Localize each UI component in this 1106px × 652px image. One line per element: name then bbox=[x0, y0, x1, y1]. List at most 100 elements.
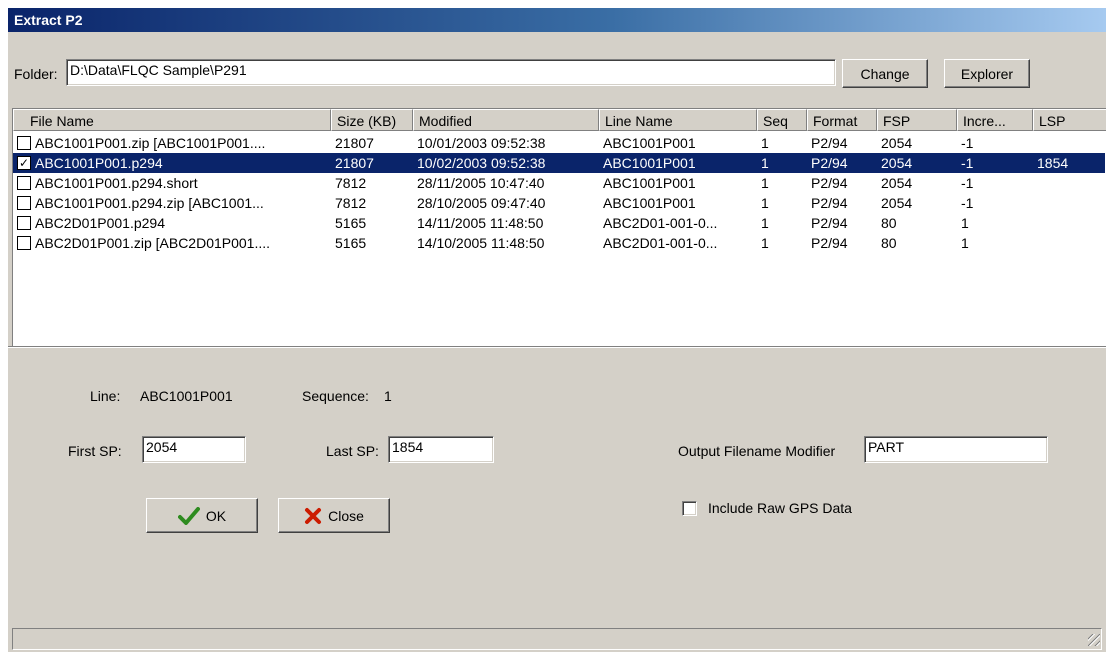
last-sp-input[interactable]: 1854 bbox=[388, 436, 494, 463]
column-header-fsp[interactable]: FSP bbox=[877, 109, 957, 131]
change-button[interactable]: Change bbox=[842, 59, 928, 88]
table-row[interactable]: ABC1001P001.p294.zip [ABC1001... 7812 28/1… bbox=[13, 193, 1105, 213]
row-checkbox[interactable] bbox=[17, 216, 31, 230]
close-button-label: Close bbox=[328, 507, 364, 524]
cell-seq: 1 bbox=[761, 155, 769, 171]
cell-fsp: 80 bbox=[881, 235, 897, 251]
include-gps-label: Include Raw GPS Data bbox=[708, 500, 852, 516]
line-label: Line: bbox=[90, 388, 121, 404]
column-header-file-name[interactable]: File Name bbox=[13, 109, 331, 131]
cell-size: 7812 bbox=[335, 195, 367, 211]
output-filename-modifier-label: Output Filename Modifier bbox=[678, 443, 836, 459]
folder-label: Folder: bbox=[14, 66, 58, 82]
output-filename-modifier-input[interactable]: PART bbox=[864, 436, 1048, 463]
cell-increment: -1 bbox=[961, 195, 974, 211]
sequence-label: Sequence: bbox=[302, 388, 369, 404]
column-header-line-name[interactable]: Line Name bbox=[599, 109, 757, 131]
cell-file-name: ABC1001P001.p294.zip [ABC1001... bbox=[35, 195, 264, 211]
cell-fsp: 2054 bbox=[881, 135, 913, 151]
cell-seq: 1 bbox=[761, 135, 769, 151]
column-header-format[interactable]: Format bbox=[807, 109, 877, 131]
cell-modified: 28/10/2005 09:47:40 bbox=[417, 195, 546, 211]
table-row[interactable]: ABC2D01P001.p294 5165 14/11/2005 11:48:50 A… bbox=[13, 213, 1105, 233]
cell-line-name: ABC2D01-001-0... bbox=[603, 215, 718, 231]
cell-modified: 10/01/2003 09:52:38 bbox=[417, 135, 546, 151]
row-checkbox[interactable] bbox=[17, 196, 31, 210]
row-checkbox[interactable] bbox=[17, 176, 31, 190]
cell-line-name: ABC2D01-001-0... bbox=[603, 235, 718, 251]
cell-file-name: ABC2D01P001.p294 bbox=[35, 215, 165, 231]
cell-seq: 1 bbox=[761, 215, 769, 231]
cell-increment: -1 bbox=[961, 175, 974, 191]
column-header-size[interactable]: Size (KB) bbox=[331, 109, 413, 131]
cell-size: 5165 bbox=[335, 235, 367, 251]
folder-input[interactable]: D:\Data\FLQC Sample\P291 bbox=[66, 59, 836, 86]
cell-file-name: ABC1001P001.p294 bbox=[35, 155, 163, 171]
divider bbox=[8, 346, 1106, 348]
cell-file-name: ABC1001P001.p294.short bbox=[35, 175, 198, 191]
cell-increment: -1 bbox=[961, 155, 974, 171]
cell-file-name: ABC2D01P001.zip [ABC2D01P001.... bbox=[35, 235, 271, 251]
cell-line-name: ABC1001P001 bbox=[603, 195, 696, 211]
cell-seq: 1 bbox=[761, 235, 769, 251]
cell-format: P2/94 bbox=[811, 175, 848, 191]
file-list[interactable]: File Name Size (KB) Modified Line Name Seq Fo… bbox=[12, 108, 1106, 346]
cell-format: P2/94 bbox=[811, 135, 848, 151]
resize-grip[interactable] bbox=[1088, 634, 1100, 646]
change-button-label: Change bbox=[860, 65, 910, 82]
cell-modified: 14/10/2005 11:48:50 bbox=[417, 235, 545, 251]
first-sp-input[interactable]: 2054 bbox=[142, 436, 246, 463]
close-button[interactable]: Close bbox=[278, 498, 390, 533]
cell-fsp: 80 bbox=[881, 215, 897, 231]
cell-line-name: ABC1001P001 bbox=[603, 175, 696, 191]
cell-fsp: 2054 bbox=[881, 175, 913, 191]
cell-fsp: 2054 bbox=[881, 195, 913, 211]
cell-file-name: ABC1001P001.zip [ABC1001P001.... bbox=[35, 135, 266, 151]
row-checkbox[interactable] bbox=[17, 236, 31, 250]
cell-line-name: ABC1001P001 bbox=[603, 155, 696, 171]
table-row[interactable]: ✓ ABC1001P001.p294 21807 10/02/2003 09:52:3… bbox=[13, 153, 1105, 173]
cell-format: P2/94 bbox=[811, 235, 848, 251]
cell-format: P2/94 bbox=[811, 195, 848, 211]
row-checkbox[interactable]: ✓ bbox=[17, 156, 31, 170]
table-row[interactable]: ABC1001P001.p294.short 7812 28/11/2005 10:… bbox=[13, 173, 1105, 193]
cell-modified: 28/11/2005 10:47:40 bbox=[417, 175, 545, 191]
window-title: Extract P2 bbox=[14, 12, 83, 28]
cell-modified: 10/02/2003 09:52:38 bbox=[417, 155, 546, 171]
explorer-button[interactable]: Explorer bbox=[944, 59, 1030, 88]
cell-increment: -1 bbox=[961, 135, 974, 151]
explorer-button-label: Explorer bbox=[960, 65, 1014, 82]
cell-size: 7812 bbox=[335, 175, 367, 191]
cell-increment: 1 bbox=[961, 215, 969, 231]
sequence-value: 1 bbox=[384, 388, 392, 404]
extract-p2-dialog: Extract P2 Folder: D:\Data\FLQC Sample\P… bbox=[8, 8, 1106, 652]
column-header-increment[interactable]: Incre... bbox=[957, 109, 1033, 131]
x-icon bbox=[305, 507, 322, 524]
title-bar[interactable]: Extract P2 bbox=[8, 8, 1106, 32]
include-gps-checkbox[interactable] bbox=[682, 501, 697, 516]
cell-fsp: 2054 bbox=[881, 155, 913, 171]
ok-button-label: OK bbox=[205, 507, 227, 524]
cell-line-name: ABC1001P001 bbox=[603, 135, 696, 151]
ok-button[interactable]: OK bbox=[146, 498, 258, 533]
last-sp-label: Last SP: bbox=[326, 443, 379, 459]
row-checkbox[interactable] bbox=[17, 136, 31, 150]
checkmark-icon bbox=[177, 506, 200, 525]
cell-seq: 1 bbox=[761, 195, 769, 211]
status-bar bbox=[12, 628, 1102, 650]
cell-format: P2/94 bbox=[811, 215, 848, 231]
cell-lsp: 1854 bbox=[1037, 155, 1069, 171]
first-sp-label: First SP: bbox=[68, 443, 122, 459]
column-header-lsp[interactable]: LSP bbox=[1033, 109, 1106, 131]
cell-modified: 14/11/2005 11:48:50 bbox=[417, 215, 544, 231]
table-row[interactable]: ABC1001P001.zip [ABC1001P001.... 21807 10/… bbox=[13, 133, 1105, 153]
cell-size: 21807 bbox=[335, 135, 374, 151]
column-header-modified[interactable]: Modified bbox=[413, 109, 599, 131]
table-row[interactable]: ABC2D01P001.zip [ABC2D01P001.... 5165 14/1… bbox=[13, 233, 1105, 253]
cell-size: 5165 bbox=[335, 215, 367, 231]
line-value: ABC1001P001 bbox=[140, 388, 233, 404]
column-header-seq[interactable]: Seq bbox=[757, 109, 807, 131]
cell-increment: 1 bbox=[961, 235, 969, 251]
cell-size: 21807 bbox=[335, 155, 374, 171]
cell-format: P2/94 bbox=[811, 155, 848, 171]
